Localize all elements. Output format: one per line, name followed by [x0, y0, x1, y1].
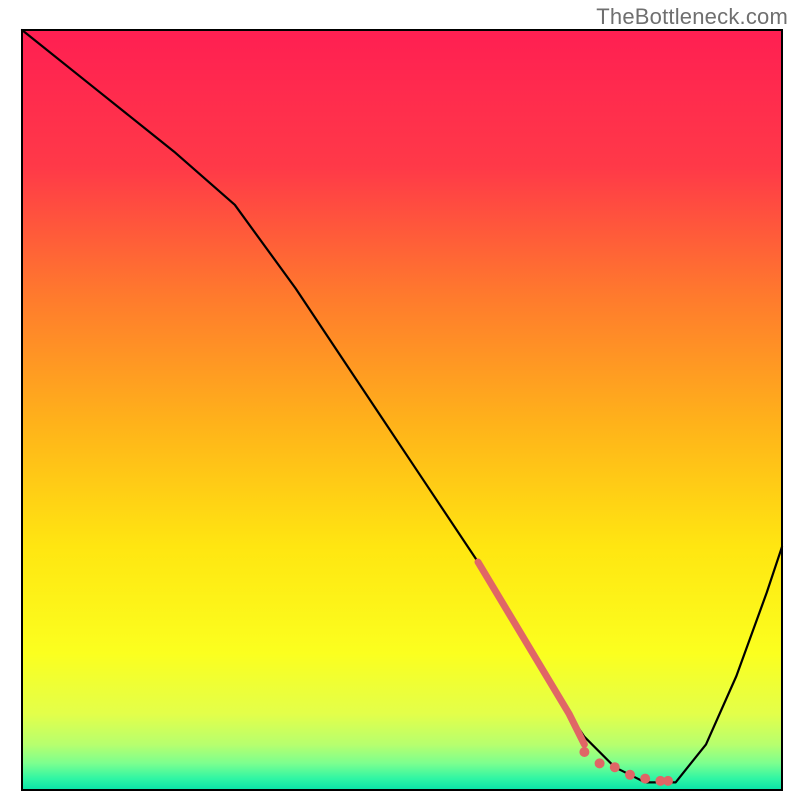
highlight-dot — [640, 774, 650, 784]
gradient-background — [22, 30, 782, 790]
watermark-label: TheBottleneck.com — [596, 4, 788, 30]
chart-container: TheBottleneck.com — [0, 0, 800, 800]
highlight-dot — [625, 770, 635, 780]
highlight-dot — [595, 758, 605, 768]
highlight-dot — [579, 747, 589, 757]
highlight-dot — [610, 762, 620, 772]
bottleneck-chart — [0, 0, 800, 800]
highlight-dot — [663, 776, 673, 786]
